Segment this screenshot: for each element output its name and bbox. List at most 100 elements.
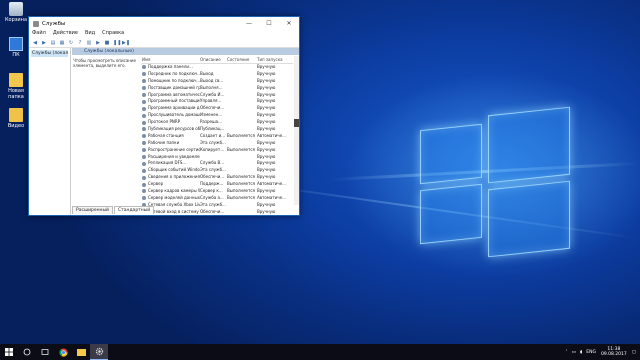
- column-startup-type[interactable]: Тип запуска: [257, 56, 287, 63]
- service-startup-type: Вручную: [257, 91, 276, 97]
- clock[interactable]: 11:38 09.08.2017: [601, 347, 627, 357]
- table-row[interactable]: Сетевой вход в систему Обеспечи... Вручную: [142, 209, 293, 216]
- task-view-icon: [41, 349, 49, 355]
- notifications-icon[interactable]: ▢: [632, 350, 636, 355]
- desktop-icon-computer[interactable]: ПК: [2, 37, 30, 58]
- table-row[interactable]: Сведения о приложениях Обеспечи... Выполня…: [142, 174, 293, 181]
- table-row[interactable]: Программа архивации дан...Обеспечи... Вру…: [142, 105, 293, 112]
- menu-bar: Файл Действие Вид Справка: [29, 30, 299, 38]
- service-name-text: Сведения о приложениях: [148, 174, 200, 180]
- table-row[interactable]: Рабочая станция Создает и... Выполняется Ав…: [142, 133, 293, 140]
- service-startup-type: Автоматиче...: [257, 132, 286, 138]
- service-name: Сборщик событий Windows: [142, 167, 200, 174]
- maximize-button[interactable]: ☐: [259, 17, 279, 30]
- table-row[interactable]: Программа автоматическ...Служба И... Вруч…: [142, 92, 293, 99]
- network-icon[interactable]: ▭: [572, 350, 576, 355]
- title-bar[interactable]: Службы — ☐ ✕: [29, 17, 299, 30]
- taskbar-explorer[interactable]: [72, 344, 90, 360]
- pause-icon[interactable]: ❚❚: [113, 40, 121, 46]
- gear-icon: [142, 155, 146, 160]
- chevron-up-icon[interactable]: ˄: [565, 350, 567, 355]
- back-arrow-icon[interactable]: ◀: [32, 40, 38, 46]
- list-icon[interactable]: ▥: [86, 40, 92, 46]
- service-name: Программа автоматическ...: [142, 92, 200, 99]
- menu-help[interactable]: Справка: [102, 30, 124, 38]
- minimize-button[interactable]: —: [239, 17, 259, 30]
- table-row[interactable]: Программный поставщик... Управля... Вручну…: [142, 98, 293, 105]
- service-status: Выполняется: [227, 181, 255, 187]
- services-content: Службы (локальн Службы (локальные) Чтобы…: [29, 48, 299, 215]
- tab-standard[interactable]: Стандартный: [113, 206, 155, 214]
- folder-icon: [9, 73, 23, 87]
- volume-icon[interactable]: ◖: [580, 350, 582, 355]
- help-icon[interactable]: ?: [77, 40, 83, 46]
- table-row[interactable]: Распространение сертифи...Копирует...Вып…: [142, 147, 293, 154]
- table-row[interactable]: Сборщик событий Windows Эта служб... Вручн…: [142, 167, 293, 174]
- vertical-scrollbar[interactable]: [294, 56, 299, 205]
- close-button[interactable]: ✕: [279, 17, 299, 30]
- table-row[interactable]: Сервер кадров камеры Wi...Сервер к... Вып…: [142, 188, 293, 195]
- taskbar-services[interactable]: [90, 344, 108, 360]
- service-name-text: Сборщик событий Windows: [148, 167, 200, 173]
- table-row[interactable]: Прослушиватель домашне...Изменен... Вручн…: [142, 112, 293, 119]
- service-status: Выполняется: [227, 132, 255, 138]
- gear-icon: [142, 141, 146, 146]
- service-description-cell: Обеспечи...: [200, 174, 225, 180]
- desktop-icon-new-folder[interactable]: Новая папка: [2, 73, 30, 100]
- service-name-text: Помощник по подключ...: [148, 77, 200, 83]
- table-row[interactable]: Посредник по подключ... Выход Вручную: [142, 71, 293, 78]
- service-name-text: Программа архивации дан...: [148, 105, 200, 111]
- column-name[interactable]: Имя: [142, 56, 200, 63]
- table-row[interactable]: Сервер Поддерж... Выполняется Автоматиче...: [142, 181, 293, 188]
- service-status: [227, 71, 257, 78]
- scrollbar-thumb[interactable]: [294, 119, 299, 127]
- table-row[interactable]: Сервер моделей данных пл...Служба а...Вы…: [142, 195, 293, 202]
- table-row[interactable]: Сетевая служба Xbox Live Эта служб... Вруч…: [142, 202, 293, 209]
- service-startup-type: Вручную: [257, 77, 276, 83]
- table-row[interactable]: Расширения и уведомлен... Вручную: [142, 154, 293, 161]
- tree-item-services-local[interactable]: Службы (локальн: [31, 50, 68, 57]
- service-startup-type: Вручную: [257, 105, 276, 111]
- stop-icon[interactable]: ■: [104, 40, 110, 46]
- services-table: Имя Описание Состояние Тип запуска Подде…: [142, 56, 293, 215]
- table-row[interactable]: Протокол PNRP Разреша... Вручную: [142, 119, 293, 126]
- service-name-text: Сервер: [148, 181, 164, 187]
- menu-file[interactable]: Файл: [32, 30, 46, 38]
- desktop-icon-recycle-bin[interactable]: Корзина: [2, 2, 30, 23]
- restart-icon[interactable]: ▶❚: [122, 40, 130, 46]
- console-tree-icon[interactable]: ▤: [50, 40, 56, 46]
- table-row[interactable]: Публикация ресурсов обн...Публикац... Вру…: [142, 126, 293, 133]
- service-startup-type: Вручную: [257, 160, 276, 166]
- table-row[interactable]: Поддержка панели... Вручную: [142, 64, 293, 71]
- gear-icon: [142, 127, 146, 132]
- gear-icon: [142, 79, 146, 84]
- taskbar-chrome[interactable]: [54, 344, 72, 360]
- table-row[interactable]: Поставщик домашней гру...Выполня... Вручн…: [142, 85, 293, 92]
- menu-action[interactable]: Действие: [53, 30, 78, 38]
- refresh-icon[interactable]: ↻: [68, 40, 74, 46]
- forward-arrow-icon[interactable]: ▶: [41, 40, 47, 46]
- search-button[interactable]: [18, 344, 36, 360]
- gear-icon: [142, 93, 146, 97]
- desktop-icon-video[interactable]: Видео: [2, 108, 30, 129]
- service-description-cell: Сервер к...: [200, 188, 223, 194]
- language-indicator[interactable]: ENG: [586, 350, 596, 355]
- task-view-button[interactable]: [36, 344, 54, 360]
- service-status: [227, 154, 257, 161]
- column-status[interactable]: Состояние: [227, 56, 257, 63]
- start-button[interactable]: [0, 344, 18, 360]
- properties-icon[interactable]: ▦: [59, 40, 65, 46]
- menu-view[interactable]: Вид: [85, 30, 95, 38]
- service-description-cell: [200, 154, 227, 161]
- gear-icon: [142, 182, 146, 187]
- desktop-icon-label: Корзина: [4, 17, 28, 23]
- play-icon[interactable]: ▶: [95, 40, 101, 46]
- table-row[interactable]: Репликация DFS... Служба В... Вручную: [142, 160, 293, 167]
- column-description[interactable]: Описание: [200, 56, 227, 63]
- toolbar: ◀ ▶ ▤ ▦ ↻ ? ▥ ▶ ■ ❚❚ ▶❚: [29, 38, 299, 48]
- table-row[interactable]: Рабочие папки Эта служб... Вручную: [142, 140, 293, 147]
- table-row[interactable]: Помощник по подключ... Выход св... Вручную: [142, 78, 293, 85]
- gear-icon: [142, 161, 146, 166]
- windows-logo-wallpaper: [420, 105, 570, 258]
- tab-extended[interactable]: Расширенный: [72, 206, 113, 214]
